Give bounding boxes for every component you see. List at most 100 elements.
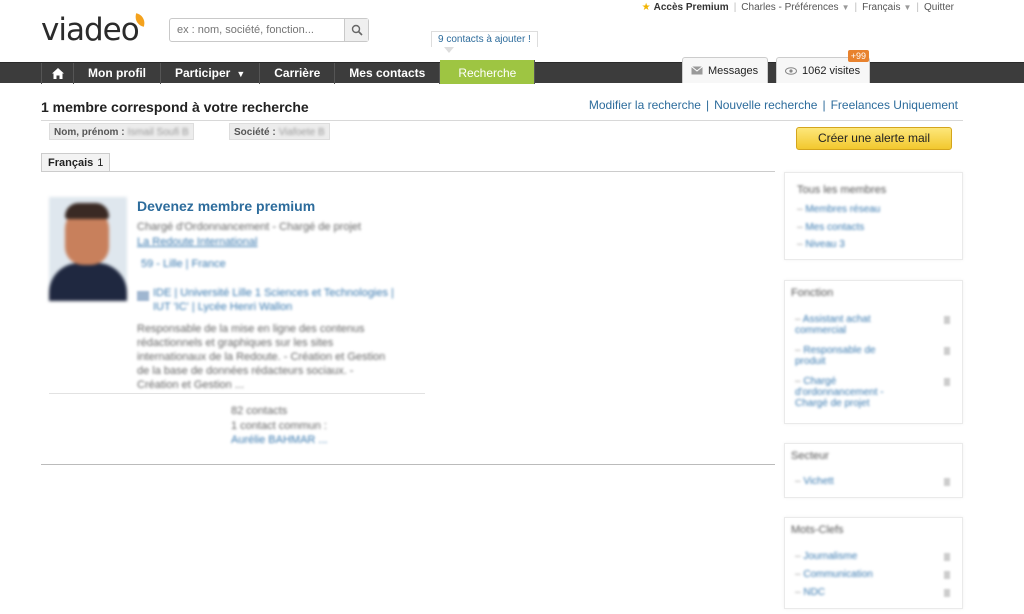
sidebar-item[interactable]: Assistant achat commercial xyxy=(795,314,905,336)
avatar-body xyxy=(49,263,127,301)
add-contacts-tooltip[interactable]: 9 contacts à ajouter ! xyxy=(431,31,538,53)
sidebar-count xyxy=(944,347,950,355)
search-button[interactable] xyxy=(344,19,368,41)
separator: | xyxy=(854,2,858,13)
search-box xyxy=(169,18,369,42)
separator: | xyxy=(916,2,919,13)
divider xyxy=(41,171,775,172)
freelances-link[interactable]: Freelances Uniquement xyxy=(831,98,958,112)
nav-recherche[interactable]: Recherche xyxy=(440,60,536,84)
member-location[interactable]: 59 - Lille | France xyxy=(141,258,226,270)
sidebar-item[interactable]: Responsable de produit xyxy=(795,345,905,367)
sidebar-item[interactable]: Journalisme xyxy=(795,551,857,562)
page-title: 1 membre correspond à votre recherche xyxy=(41,99,309,115)
divider xyxy=(41,120,963,121)
member-education[interactable]: IDE | Université Lille 1 Sciences et Tec… xyxy=(153,287,394,299)
separator: | xyxy=(705,98,710,112)
member-contacts-count: 82 contacts xyxy=(231,405,288,417)
sidebar-count xyxy=(944,589,950,597)
member-description: Responsable de la mise en ligne des cont… xyxy=(137,323,365,335)
member-description: Création et Gestion ... xyxy=(137,379,244,391)
chevron-down-icon: ▼ xyxy=(236,69,246,79)
sidebar-count xyxy=(944,316,950,324)
quit-link[interactable]: Quitter xyxy=(924,2,954,13)
member-position: Chargé d'Ordonnancement - Chargé de proj… xyxy=(137,221,362,233)
filter-value: Viafoete B xyxy=(278,127,325,138)
divider xyxy=(41,464,775,465)
sidebar-item[interactable]: Chargé d'ordonnancement - Chargé de proj… xyxy=(795,376,915,409)
sidebar-box-sector: Secteur Vichett xyxy=(784,443,963,498)
separator: | xyxy=(733,2,737,13)
avatar[interactable] xyxy=(49,197,127,301)
search-input[interactable] xyxy=(170,19,342,41)
filter-value: Ismail Soufi B xyxy=(127,127,189,138)
sidebar-count xyxy=(944,478,950,486)
sidebar-box-title: Mots-Clefs xyxy=(791,524,844,536)
main-nav: Mon profil Participer ▼ Carrière Mes cont… xyxy=(0,60,1024,84)
modify-search-link[interactable]: Modifier la recherche xyxy=(589,98,701,112)
star-icon: ★ xyxy=(641,2,651,13)
new-search-link[interactable]: Nouvelle recherche xyxy=(714,98,817,112)
member-common-contact: 1 contact commun : xyxy=(231,420,327,432)
sidebar-item[interactable]: NDC xyxy=(795,587,825,598)
home-icon xyxy=(51,68,64,79)
search-icon xyxy=(351,24,363,36)
sidebar-item[interactable]: Vichett xyxy=(795,476,833,487)
visits-badge: +99 xyxy=(847,50,869,62)
tab-francais[interactable]: Français 1 xyxy=(41,153,111,172)
envelope-icon xyxy=(691,66,703,75)
chevron-down-icon: ▼ xyxy=(841,3,850,12)
chevron-down-icon: ▼ xyxy=(903,3,912,12)
sidebar-item[interactable]: Membres réseau xyxy=(797,204,880,215)
top-links: ★ Accès Premium | Charles - Préférences ▼… xyxy=(642,2,954,13)
user-preferences-label: Charles - Préférences xyxy=(741,2,839,13)
sidebar-item[interactable]: Communication xyxy=(795,569,872,580)
viadeo-logo[interactable]: viadeo xyxy=(41,12,146,48)
nav-participer[interactable]: Participer ▼ xyxy=(161,63,261,84)
member-description: rédactionnels et graphiques sur les site… xyxy=(137,337,334,349)
visits-tab[interactable]: 1062 visites +99 xyxy=(776,50,870,83)
member-premium-link[interactable]: Devenez membre premium xyxy=(137,198,315,214)
sidebar-count xyxy=(944,378,950,386)
filter-chip-name[interactable]: Nom, prénom : Ismail Soufi B xyxy=(49,123,194,140)
member-description: internationaux de la Redoute. - Création… xyxy=(137,351,386,363)
messages-tab[interactable]: Messages xyxy=(682,57,768,83)
user-preferences-link[interactable]: Charles - Préférences ▼ xyxy=(741,2,849,13)
sidebar-count xyxy=(944,553,950,561)
sidebar-box-title: Fonction xyxy=(791,287,834,299)
tab-count: 1 xyxy=(97,157,104,169)
school-icon xyxy=(137,291,149,301)
avatar-hair xyxy=(65,203,109,219)
member-company-link[interactable]: La Redoute International xyxy=(137,236,257,248)
visits-label: 1062 visites xyxy=(802,64,861,77)
member-education[interactable]: IUT 'IC' | Lycée Henri Wallon xyxy=(153,301,292,313)
eye-icon xyxy=(785,66,797,75)
result-links: Modifier la recherche | Nouvelle recherche… xyxy=(589,98,958,112)
sidebar-box-title: Tous les membres xyxy=(797,184,887,196)
sidebar-box-members: Tous les membres Membres réseau Mes cont… xyxy=(784,172,963,260)
nav-home[interactable] xyxy=(41,63,74,84)
sidebar-count xyxy=(944,571,950,579)
messages-label: Messages xyxy=(708,64,759,77)
nav-mon-profil[interactable]: Mon profil xyxy=(74,63,161,84)
nav-carriere[interactable]: Carrière xyxy=(260,63,336,84)
sidebar-item[interactable]: Mes contacts xyxy=(797,222,864,233)
premium-link[interactable]: Accès Premium xyxy=(654,2,729,13)
member-common-contact-link[interactable]: Aurélie BAHMAR ... xyxy=(231,434,328,446)
filter-label: Nom, prénom : xyxy=(54,127,125,138)
logo-text: viadeo xyxy=(41,12,140,48)
sidebar-box-title: Secteur xyxy=(791,450,829,462)
tab-label: Français xyxy=(48,157,94,169)
filter-label: Société : xyxy=(234,127,276,138)
sidebar-item[interactable]: Niveau 3 xyxy=(797,239,844,250)
filter-chip-company[interactable]: Société : Viafoete B xyxy=(229,123,330,140)
sidebar-box-keywords: Mots-Clefs Journalisme Communication NDC xyxy=(784,517,963,609)
nav-participer-label: Participer xyxy=(174,66,231,80)
separator: | xyxy=(822,98,826,112)
language-selector[interactable]: Français ▼ xyxy=(862,2,911,13)
divider xyxy=(49,393,425,394)
member-description: de la base de données rédacteurs sociaux… xyxy=(137,365,354,377)
sidebar-box-function: Fonction Assistant achat commercial Resp… xyxy=(784,280,963,424)
nav-mes-contacts[interactable]: Mes contacts xyxy=(335,63,441,84)
create-alert-button[interactable]: Créer une alerte mail xyxy=(796,127,952,150)
